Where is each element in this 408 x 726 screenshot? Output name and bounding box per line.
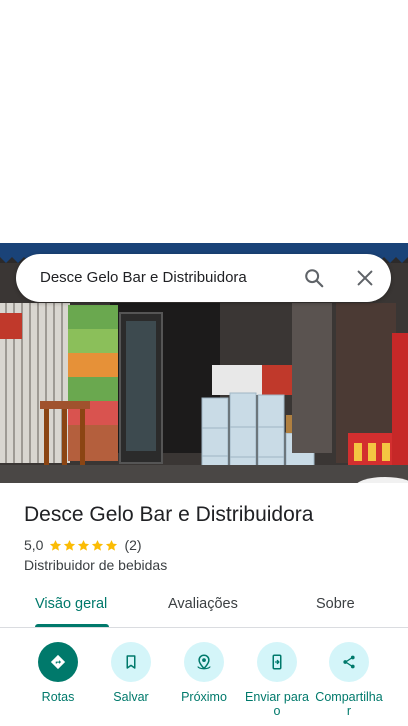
tab-active-indicator xyxy=(35,624,109,627)
search-bar[interactable]: Desce Gelo Bar e Distribuidora xyxy=(16,254,391,302)
rating-row[interactable]: 5,0 (2) xyxy=(24,536,142,554)
tab-about[interactable]: Sobre xyxy=(316,596,355,612)
star-icon xyxy=(106,539,118,551)
place-title: Desce Gelo Bar e Distribuidora xyxy=(24,503,314,526)
action-row: Rotas Salvar Próximo Enviar para o Compa… xyxy=(0,642,408,726)
share-icon[interactable] xyxy=(329,642,369,682)
directions-label: Rotas xyxy=(41,690,75,704)
star-icon xyxy=(50,539,62,551)
tab-bar: Visão geral Avaliações Sobre xyxy=(0,585,408,628)
nearby-label: Próximo xyxy=(181,690,227,704)
review-count: (2) xyxy=(124,537,142,553)
star-icon xyxy=(64,539,76,551)
rating-value: 5,0 xyxy=(24,537,44,553)
tab-reviews[interactable]: Avaliações xyxy=(168,596,238,612)
rating-stars xyxy=(49,539,118,552)
nearby-icon[interactable] xyxy=(184,642,224,682)
star-icon xyxy=(78,539,90,551)
send-to-phone-label: Enviar para o xyxy=(245,690,309,718)
tab-overview[interactable]: Visão geral xyxy=(35,596,107,612)
place-category: Distribuidor de bebidas xyxy=(24,557,168,573)
save-label: Salvar xyxy=(113,690,149,704)
send-to-phone-icon[interactable] xyxy=(257,642,297,682)
bookmark-icon[interactable] xyxy=(111,642,151,682)
search-icon[interactable] xyxy=(303,267,325,289)
star-icon xyxy=(92,539,104,551)
share-label: Compartilhar xyxy=(315,690,383,718)
close-icon[interactable] xyxy=(354,267,376,289)
directions-icon[interactable] xyxy=(38,642,78,682)
map-area-blank xyxy=(0,0,408,243)
search-input[interactable]: Desce Gelo Bar e Distribuidora xyxy=(40,269,247,286)
